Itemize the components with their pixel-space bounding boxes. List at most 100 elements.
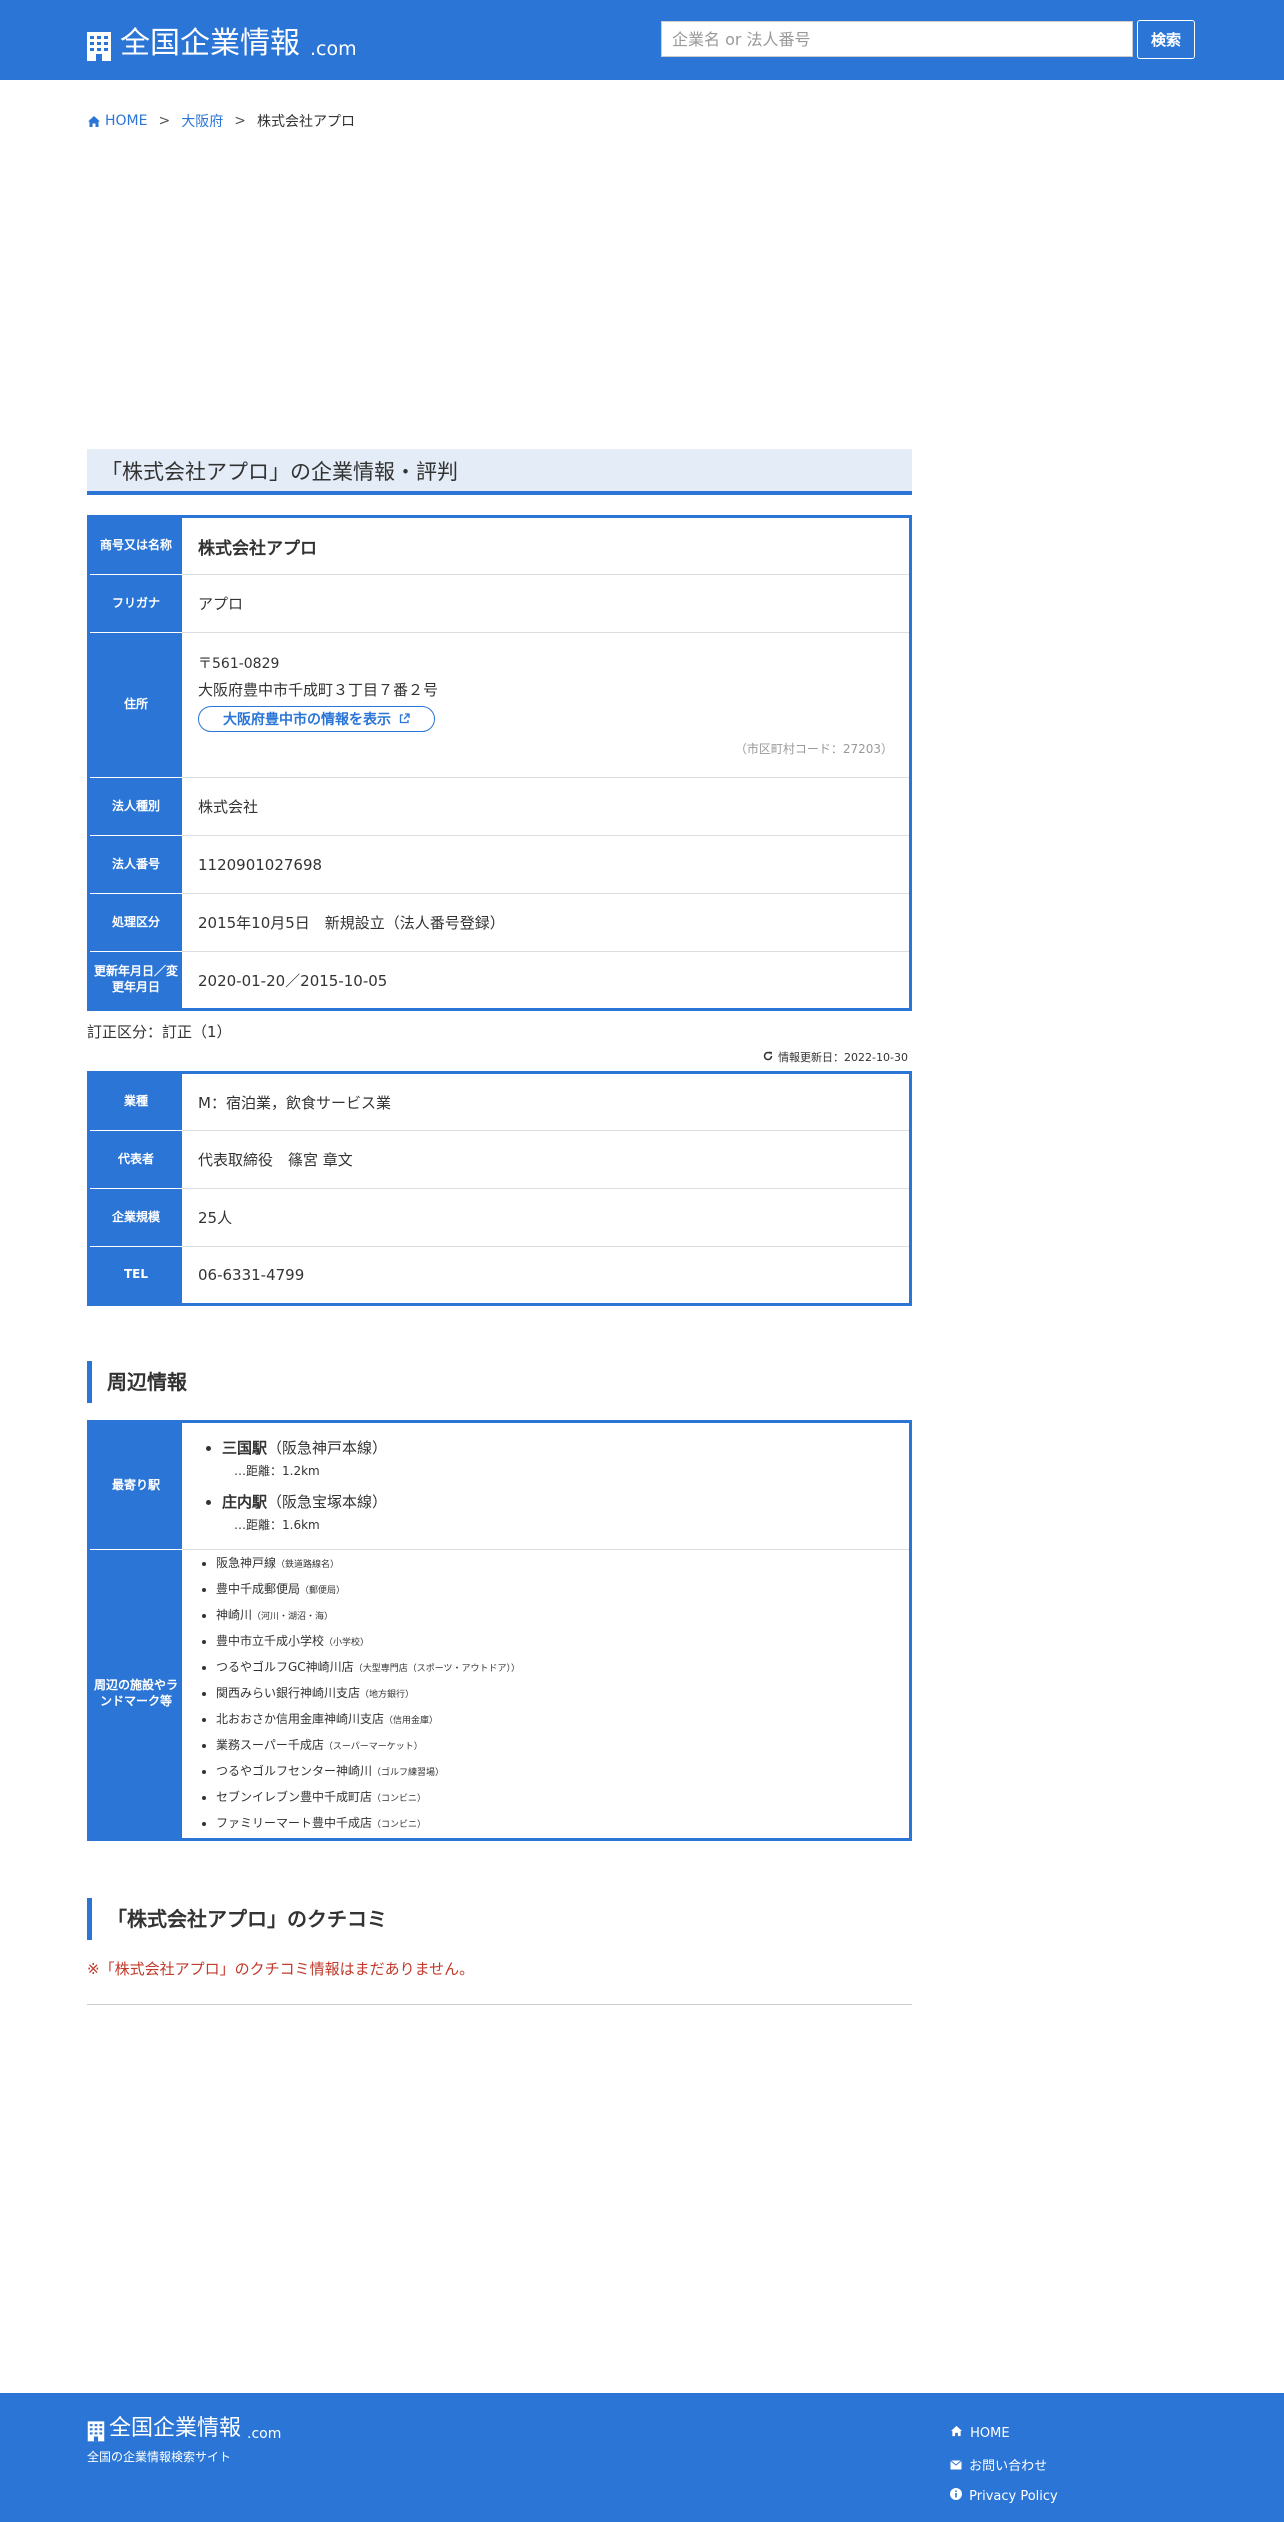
search-input[interactable] bbox=[661, 21, 1133, 57]
landmark-category: （信用金庫） bbox=[384, 1716, 439, 1726]
list-item: つるやゴルフセンター神崎川（ゴルフ練習場） bbox=[216, 1759, 893, 1785]
info-updated: 情報更新日：2022-10-30 bbox=[763, 1049, 908, 1065]
site-footer: 全国企業情報 .com 全国の企業情報検索サイト HOME お問い合わせ Pri… bbox=[0, 2393, 1284, 2522]
landmark-name: セブンイレブン豊中千成町店 bbox=[216, 1790, 373, 1804]
company-kana: アプロ bbox=[182, 574, 911, 633]
breadcrumb-current: 株式会社アプロ bbox=[256, 114, 355, 130]
building-icon bbox=[87, 32, 111, 61]
size-value: 25人 bbox=[182, 1188, 911, 1247]
footer-contact-link[interactable]: お問い合わせ bbox=[950, 2455, 1058, 2474]
representative-label: 代表者 bbox=[88, 1130, 182, 1189]
process-label: 処理区分 bbox=[88, 893, 182, 952]
footer-privacy-link[interactable]: Privacy Policy bbox=[950, 2488, 1058, 2504]
station-list: 三国駅（阪急神戸本線） …距離：1.2km 庄内駅（阪急宝塚本線） …距離：1.… bbox=[198, 1437, 893, 1533]
station-cell: 三国駅（阪急神戸本線） …距離：1.2km 庄内駅（阪急宝塚本線） …距離：1.… bbox=[182, 1421, 911, 1550]
footer-home-link[interactable]: HOME bbox=[950, 2425, 1058, 2441]
process-value: 2015年10月5日 新規設立（法人番号登録） bbox=[182, 893, 911, 952]
tel-value: 06-6331-4799 bbox=[182, 1246, 911, 1305]
station-line: （阪急宝塚本線） bbox=[267, 1493, 388, 1511]
landmark-category: （スーパーマーケット） bbox=[323, 1742, 423, 1752]
landmark-name: 豊中千成郵便局 bbox=[216, 1582, 301, 1596]
landmark-name: 神崎川 bbox=[216, 1608, 253, 1622]
list-item: 三国駅（阪急神戸本線） …距離：1.2km bbox=[222, 1437, 893, 1479]
table-row: 更新年月日／変更年月日 2020-01-20／2015-10-05 bbox=[88, 951, 911, 1010]
building-icon bbox=[87, 2421, 105, 2442]
landmark-category: （コンビニ） bbox=[372, 1794, 427, 1804]
table-row: 処理区分 2015年10月5日 新規設立（法人番号登録） bbox=[88, 893, 911, 952]
landmark-name: 阪急神戸線 bbox=[216, 1556, 277, 1570]
landmark-cell: 阪急神戸線（鉄道路線名） 豊中千成郵便局（郵便局） 神崎川（河川・湖沼・海） 豊… bbox=[182, 1549, 911, 1840]
landmark-name: 豊中市立千成小学校 bbox=[216, 1634, 325, 1648]
list-item: ファミリーマート豊中千成店（コンビニ） bbox=[216, 1811, 893, 1837]
list-item: 北おおさか信用金庫神崎川支店（信用金庫） bbox=[216, 1707, 893, 1733]
list-item: 神崎川（河川・湖沼・海） bbox=[216, 1603, 893, 1629]
table-row: 最寄り駅 三国駅（阪急神戸本線） …距離：1.2km 庄内駅（阪急宝塚本線） …… bbox=[88, 1421, 911, 1550]
site-header: 全国企業情報 .com 検索 bbox=[0, 0, 1284, 80]
landmark-list: 阪急神戸線（鉄道路線名） 豊中千成郵便局（郵便局） 神崎川（河川・湖沼・海） 豊… bbox=[182, 1551, 893, 1837]
breadcrumb-prefecture-link[interactable]: 大阪府 bbox=[181, 111, 223, 131]
station-name: 三国駅 bbox=[222, 1439, 268, 1457]
breadcrumb-separator: > bbox=[158, 113, 171, 129]
table-row: TEL 06-6331-4799 bbox=[88, 1246, 911, 1305]
station-line: （阪急神戸本線） bbox=[267, 1439, 388, 1457]
list-item: 関西みらい銀行神崎川支店（地方銀行） bbox=[216, 1681, 893, 1707]
logo-text: 全国企業情報 bbox=[120, 26, 300, 61]
list-item: セブンイレブン豊中千成町店（コンビニ） bbox=[216, 1785, 893, 1811]
reviews-empty-message: ※「株式会社アプロ」のクチコミ情報はまだありません。 bbox=[87, 1960, 475, 1978]
footer-logo-suffix: .com bbox=[247, 2426, 282, 2442]
landmark-name: つるやゴルフセンター神崎川 bbox=[216, 1764, 373, 1778]
logo-suffix: .com bbox=[310, 38, 357, 60]
footer-contact-label: お問い合わせ bbox=[969, 2459, 1048, 2474]
landmark-label: 周辺の施設やランドマーク等 bbox=[88, 1549, 182, 1840]
footer-links: HOME お問い合わせ Privacy Policy bbox=[950, 2425, 1058, 2518]
footer-tagline: 全国の企業情報検索サイト bbox=[87, 2450, 232, 2464]
table-row: 周辺の施設やランドマーク等 阪急神戸線（鉄道路線名） 豊中千成郵便局（郵便局） … bbox=[88, 1549, 911, 1840]
list-item: つるやゴルフGC神崎川店（大型専門店（スポーツ・アウトドア）） bbox=[216, 1655, 893, 1681]
landmark-name: 北おおさか信用金庫神崎川支店 bbox=[216, 1712, 385, 1726]
landmark-category: （鉄道路線名） bbox=[276, 1560, 340, 1570]
landmark-category: （河川・湖沼・海） bbox=[252, 1612, 334, 1622]
station-distance: …距離：1.2km bbox=[234, 1464, 320, 1478]
landmark-category: （コンビニ） bbox=[372, 1820, 427, 1830]
list-item: 庄内駅（阪急宝塚本線） …距離：1.6km bbox=[222, 1491, 893, 1533]
divider bbox=[87, 2004, 912, 2005]
breadcrumb-home-link[interactable]: HOME bbox=[105, 113, 147, 129]
tel-label: TEL bbox=[88, 1246, 182, 1305]
table-row: 法人種別 株式会社 bbox=[88, 777, 911, 836]
industry-label: 業種 bbox=[88, 1072, 182, 1131]
footer-logo-text: 全国企業情報 bbox=[109, 2416, 242, 2441]
list-item: 阪急神戸線（鉄道路線名） bbox=[216, 1551, 893, 1577]
city-info-button[interactable]: 大阪府豊中市の情報を表示 bbox=[198, 706, 435, 732]
landmark-category: （大型専門店（スポーツ・アウトドア）） bbox=[353, 1664, 521, 1674]
municipality-code: （市区町村コード：27203） bbox=[734, 742, 893, 756]
nearby-heading: 周辺情報 bbox=[87, 1361, 187, 1403]
site-logo[interactable]: 全国企業情報 .com bbox=[86, 18, 357, 62]
extra-info-table: 業種 M：宿泊業，飲食サービス業 代表者 代表取締役 篠宮 章文 企業規模 25… bbox=[87, 1071, 912, 1306]
external-link-icon bbox=[399, 713, 410, 724]
info-updated-text: 情報更新日：2022-10-30 bbox=[778, 1051, 908, 1064]
refresh-icon bbox=[763, 1051, 772, 1061]
footer-home-label: HOME bbox=[970, 2426, 1010, 2441]
address-cell: 〒561-0829 大阪府豊中市千成町３丁目７番２号 大阪府豊中市の情報を表示 … bbox=[182, 632, 911, 778]
footer-logo[interactable]: 全国企業情報 .com bbox=[87, 2410, 281, 2442]
home-icon bbox=[88, 115, 100, 127]
table-row: 法人番号 1120901027698 bbox=[88, 835, 911, 894]
station-label: 最寄り駅 bbox=[88, 1421, 182, 1550]
info-icon bbox=[950, 2488, 962, 2500]
breadcrumb-separator: > bbox=[234, 113, 246, 129]
corporate-type: 株式会社 bbox=[182, 777, 911, 836]
company-name: 株式会社アプロ bbox=[182, 516, 911, 575]
city-info-label: 大阪府豊中市の情報を表示 bbox=[223, 712, 391, 728]
address-text: 大阪府豊中市千成町３丁目７番２号 bbox=[198, 681, 439, 699]
search-button[interactable]: 検索 bbox=[1137, 20, 1195, 59]
landmark-name: 業務スーパー千成店 bbox=[216, 1738, 324, 1752]
table-row: 商号又は名称 株式会社アプロ bbox=[88, 516, 911, 575]
address-label: 住所 bbox=[88, 632, 182, 778]
name-label: 商号又は名称 bbox=[88, 516, 182, 575]
updated-label: 更新年月日／変更年月日 bbox=[88, 951, 182, 1010]
list-item: 豊中千成郵便局（郵便局） bbox=[216, 1577, 893, 1603]
industry-value: M：宿泊業，飲食サービス業 bbox=[182, 1072, 911, 1131]
landmark-category: （ゴルフ練習場） bbox=[372, 1768, 445, 1778]
number-label: 法人番号 bbox=[88, 835, 182, 894]
landmark-name: 関西みらい銀行神崎川支店 bbox=[216, 1686, 361, 1700]
